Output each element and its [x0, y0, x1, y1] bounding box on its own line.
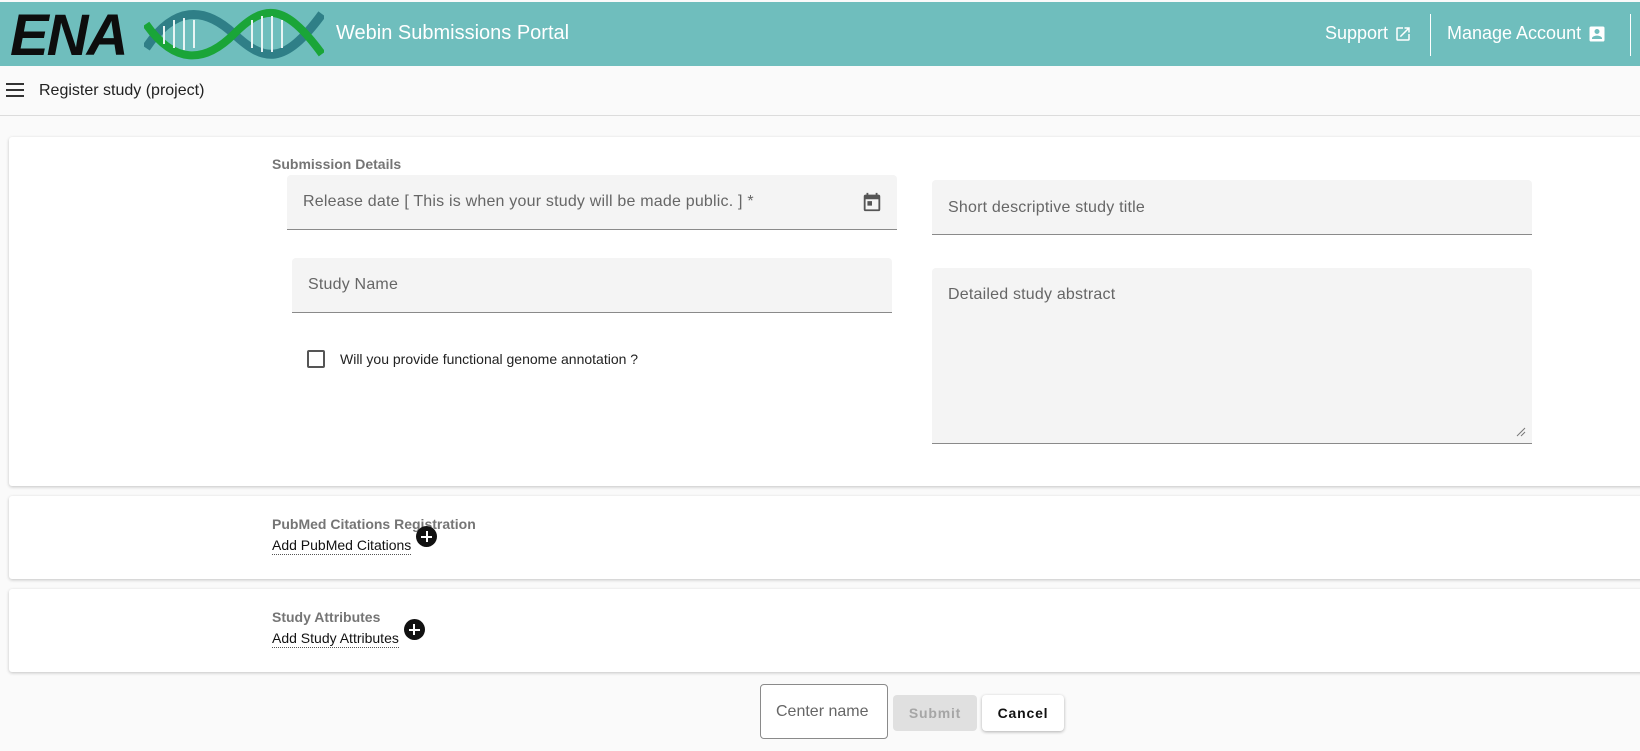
study-abstract-placeholder: Detailed study abstract: [948, 286, 1116, 303]
support-link[interactable]: Support: [1325, 23, 1412, 44]
pubmed-citations-card: PubMed Citations Registration Add PubMed…: [9, 496, 1640, 579]
center-name-input[interactable]: Center name: [760, 684, 888, 739]
add-circle-icon[interactable]: [416, 526, 438, 547]
add-pubmed-citations-label: Add PubMed Citations: [272, 537, 412, 555]
study-title-field[interactable]: Short descriptive study title: [932, 180, 1532, 235]
portal-title: Webin Submissions Portal: [336, 22, 570, 44]
submission-details-card: Submission Details Release date [ This i…: [9, 137, 1640, 486]
study-title-placeholder: Short descriptive study title: [948, 199, 1145, 216]
submit-button[interactable]: Submit: [893, 695, 977, 731]
submission-details-label: Submission Details: [272, 156, 402, 172]
page-title: Register study (project): [39, 82, 205, 99]
add-study-attributes-button[interactable]: Add Study Attributes: [272, 619, 425, 648]
header-divider: [1430, 14, 1431, 56]
annotation-checkbox[interactable]: [307, 350, 325, 368]
external-link-icon: [1396, 26, 1410, 41]
account-box-icon: [1589, 26, 1605, 41]
resize-handle-icon[interactable]: [1516, 427, 1526, 437]
study-abstract-textarea[interactable]: Detailed study abstract: [932, 268, 1532, 444]
page-toolbar: Register study (project): [0, 66, 1640, 116]
release-date-field[interactable]: Release date [ This is when your study w…: [287, 175, 897, 230]
pubmed-section-label: PubMed Citations Registration: [272, 516, 476, 532]
app-header: ENA Webin Submissions Portal Support Man…: [0, 2, 1640, 68]
cancel-button[interactable]: Cancel: [982, 695, 1064, 731]
center-name-placeholder: Center name: [776, 703, 869, 720]
manage-account-link[interactable]: Manage Account: [1447, 23, 1607, 44]
add-circle-icon[interactable]: [403, 619, 425, 640]
calendar-icon[interactable]: [861, 191, 883, 213]
dna-helix-icon: [144, 8, 324, 60]
release-date-placeholder: Release date [ This is when your study w…: [303, 193, 754, 210]
manage-account-label: Manage Account: [1447, 23, 1582, 43]
hamburger-menu-icon[interactable]: [6, 83, 24, 97]
logo-text: ENA: [10, 3, 128, 68]
study-name-field[interactable]: Study Name: [292, 258, 892, 313]
add-pubmed-citations-button[interactable]: Add PubMed Citations: [272, 526, 438, 555]
study-name-placeholder: Study Name: [308, 276, 399, 293]
header-divider: [1630, 14, 1631, 56]
study-attributes-card: Study Attributes Add Study Attributes: [9, 589, 1640, 672]
support-label: Support: [1325, 23, 1389, 43]
add-study-attributes-label: Add Study Attributes: [272, 630, 399, 648]
ena-logo[interactable]: ENA: [4, 2, 324, 68]
annotation-checkbox-label: Will you provide functional genome annot…: [340, 351, 639, 367]
study-attributes-label: Study Attributes: [272, 609, 381, 625]
annotation-checkbox-row[interactable]: Will you provide functional genome annot…: [307, 350, 638, 368]
